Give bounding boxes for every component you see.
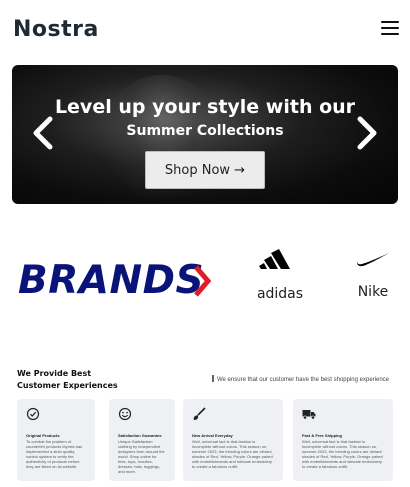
brand-item-adidas[interactable]: adidas — [252, 247, 308, 302]
feature-card: Satisfaction Guarantee Unique Satisfacti… — [109, 399, 175, 481]
hero-subtitle: Summer Collections — [126, 123, 284, 139]
site-logo[interactable]: Nostra — [13, 17, 99, 42]
truck-icon — [302, 410, 316, 420]
card-title: Original Products — [26, 433, 60, 438]
card-text: Unique Satisfaction clothing by independ… — [118, 439, 165, 474]
brush-icon — [193, 407, 206, 420]
hamburger-menu-icon[interactable] — [381, 21, 399, 37]
brands-section: BRANDS adidas Nike — [0, 235, 410, 325]
adidas-logo-icon — [259, 249, 290, 269]
chevron-left-icon[interactable] — [30, 115, 56, 151]
brand-name: adidas — [256, 286, 304, 302]
card-title: Satisfaction Guarantee — [118, 433, 162, 438]
section-tagline: We ensure that our customer have the bes… — [212, 375, 389, 383]
feature-card: Fast & Free Shipping Well, universal fac… — [293, 399, 393, 481]
nike-swoosh-icon — [357, 253, 389, 267]
feature-card: New Arrival Everyday Well, universal fac… — [183, 399, 283, 481]
check-circle-icon — [26, 407, 40, 421]
hero-banner: Level up your style with our Summer Coll… — [12, 65, 398, 204]
card-text: To combat the problem of counterfeit pro… — [26, 439, 83, 469]
smiley-icon — [118, 407, 132, 421]
brands-title: BRANDS — [18, 258, 205, 303]
card-title: Fast & Free Shipping — [302, 433, 343, 438]
chevron-right-icon[interactable] — [354, 115, 380, 151]
card-title: New Arrival Everyday — [192, 433, 233, 438]
hero-title: Level up your style with our — [54, 96, 356, 118]
brand-name: Nike — [357, 284, 389, 300]
brand-item-nike[interactable]: Nike — [352, 247, 394, 300]
section-heading: We Provide Best Customer Experiences — [17, 369, 118, 390]
shop-now-button[interactable]: Shop Now → — [145, 151, 265, 189]
card-text: Well, universal fact is that fashion is … — [192, 439, 273, 469]
card-text: Well, universal fact is that fashion is … — [302, 439, 383, 469]
feature-card: Original Products To combat the problem … — [17, 399, 95, 481]
site-header: Nostra — [0, 0, 410, 62]
tagline-text: We ensure that our customer have the bes… — [217, 377, 389, 383]
chevron-right-icon[interactable] — [191, 263, 213, 299]
